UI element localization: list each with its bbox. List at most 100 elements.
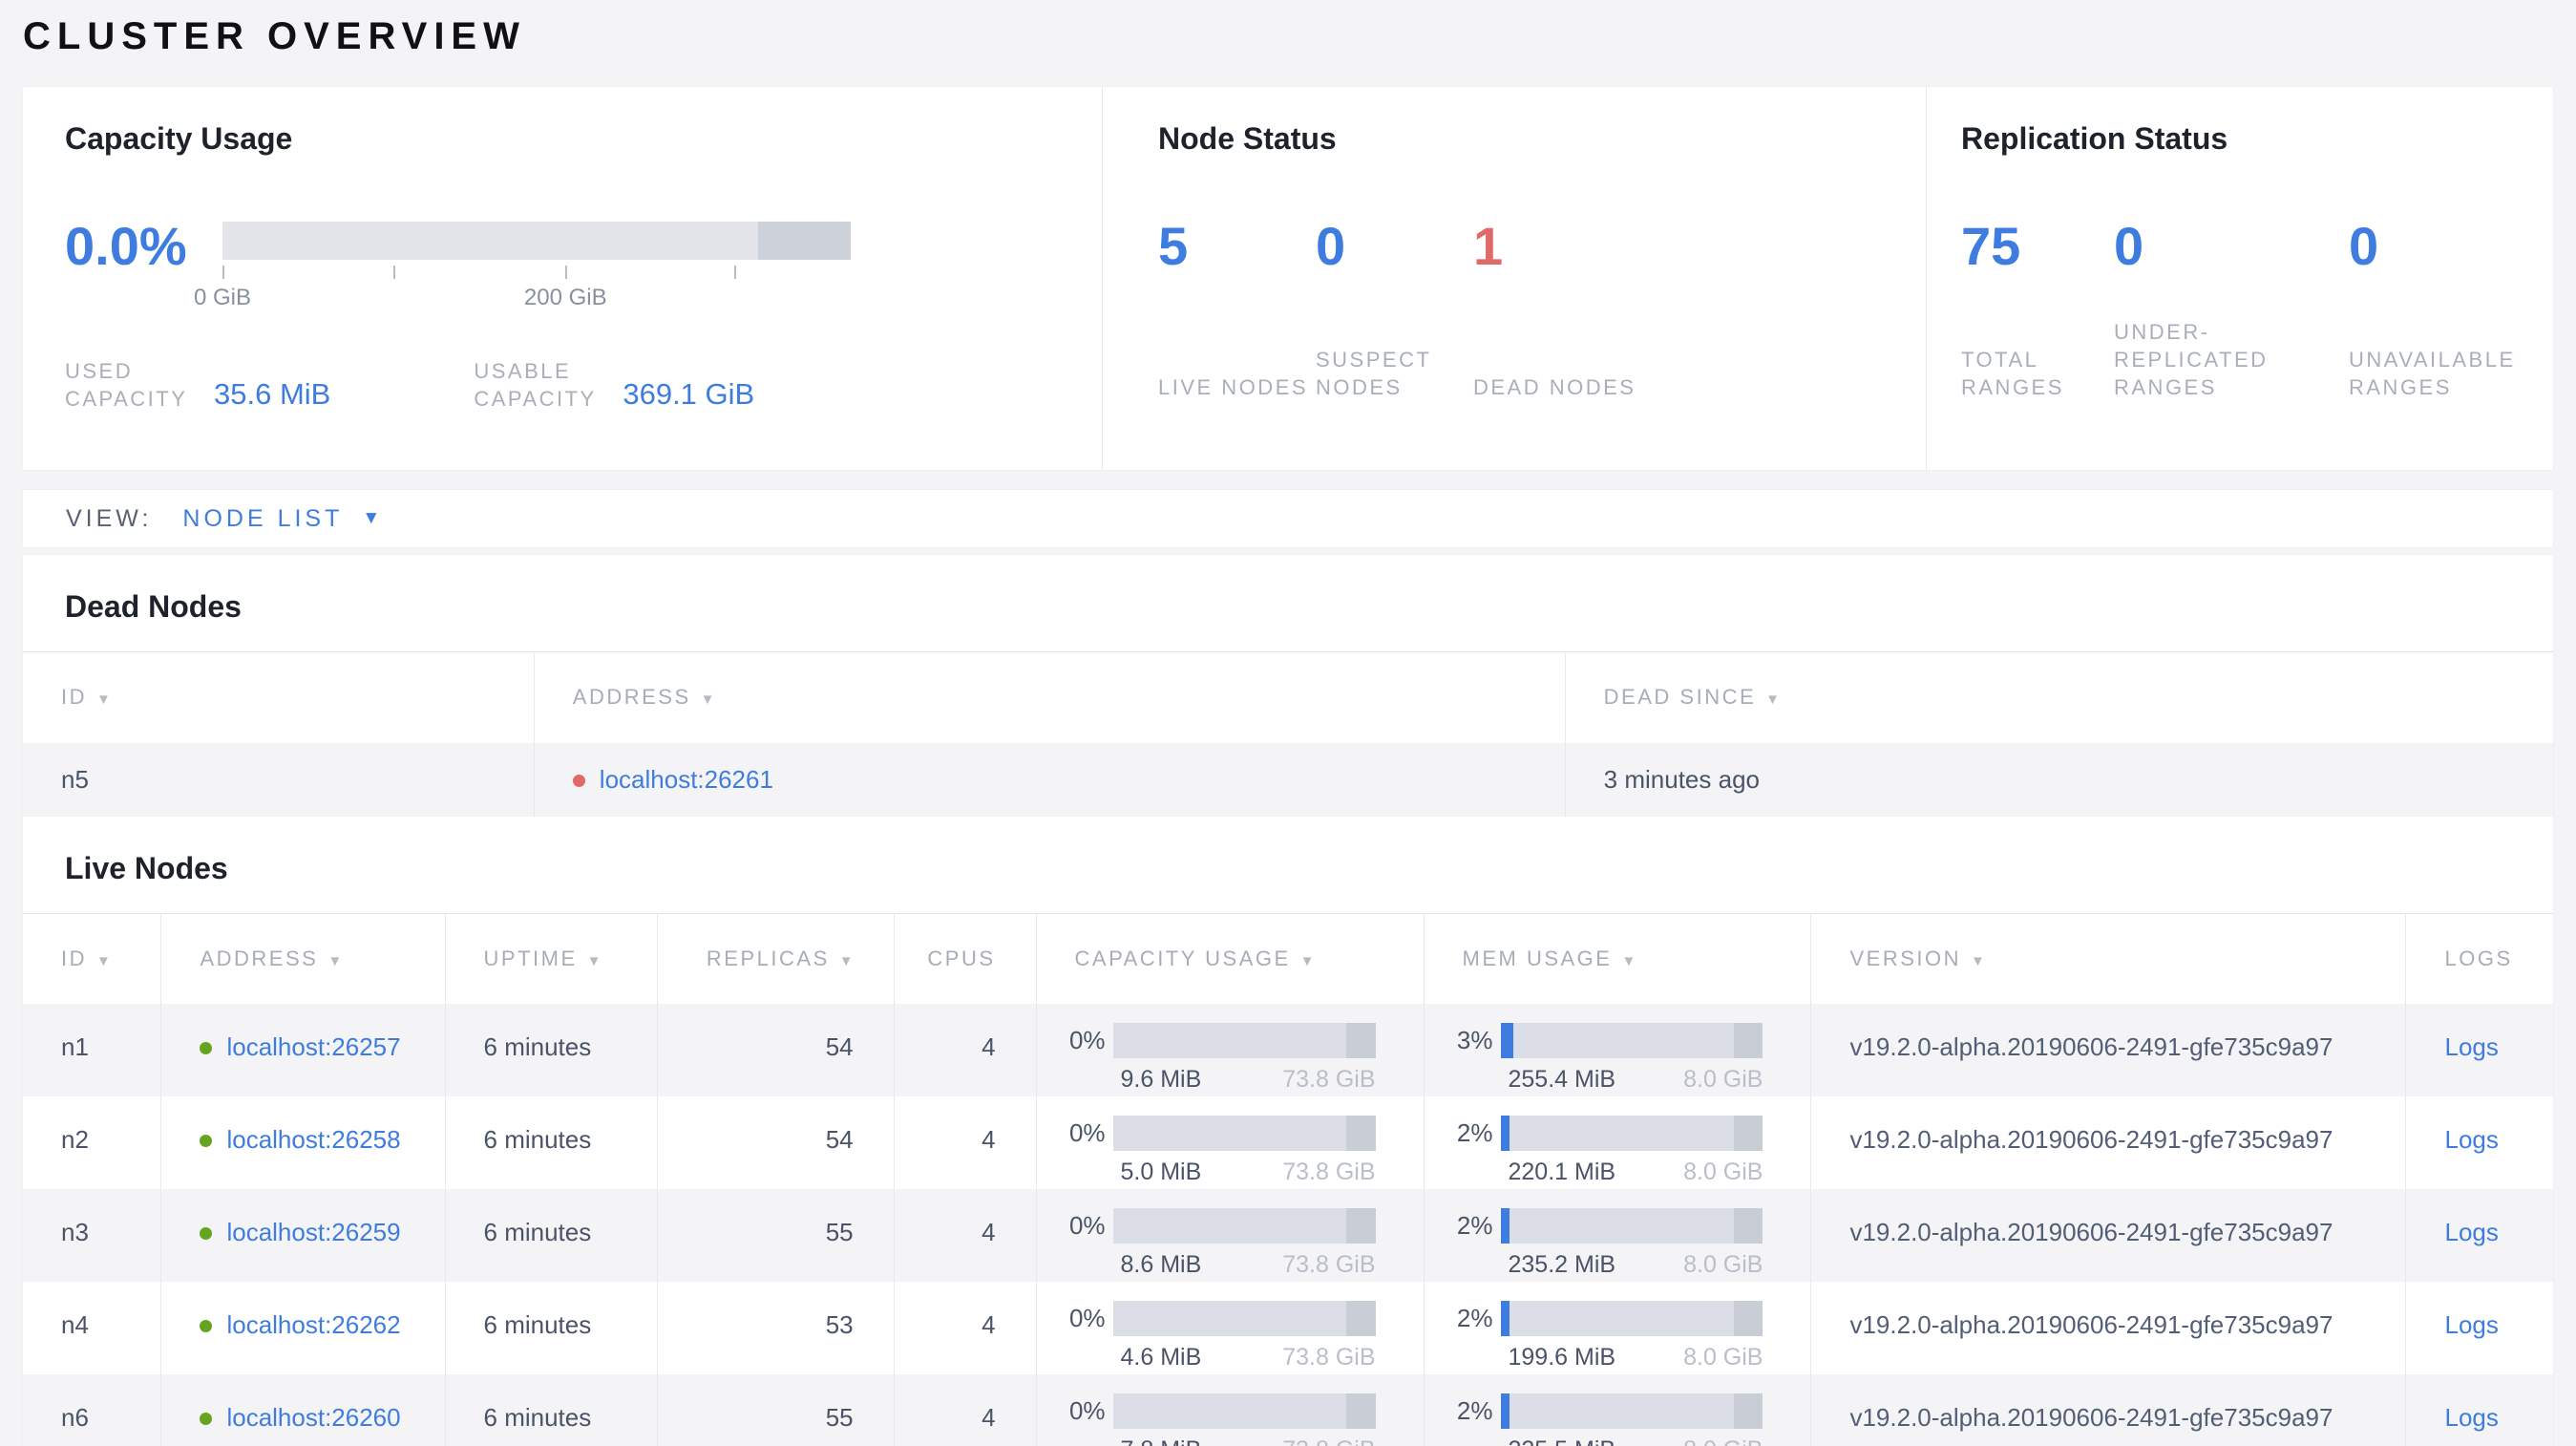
version-cell: v19.2.0-alpha.20190606-2491-gfe735c9a97 [1810,1374,2406,1446]
live-col-logs: LOGS [2405,913,2553,1004]
node-id-cell: n1 [61,1032,89,1061]
suspect-nodes-value: 0 [1316,216,1346,276]
capacity-bar-track [1112,1208,1376,1244]
live-status-dot-icon [200,1413,213,1425]
axis-tick-label: 0 GiB [193,285,252,310]
logs-link[interactable]: Logs [2444,1218,2498,1246]
node-id-cell: n2 [61,1125,89,1154]
cpus-cell: 4 [893,1096,1037,1189]
sort-desc-icon: ▼ [96,691,111,709]
dead-col-id[interactable]: ID ▼ [23,652,534,743]
capacity-bar-track [1112,1116,1376,1151]
dead-col-address[interactable]: ADDRESS ▼ [533,651,1566,743]
replicas-cell: 53 [656,1282,895,1374]
view-dropdown[interactable]: NODE LIST ▼ [182,505,384,533]
usable-capacity-value: 369.1 GiB [623,377,755,411]
uptime-cell: 6 minutes [444,1189,658,1282]
live-col-version[interactable]: VERSION ▼ [1810,913,2406,1004]
node-address-link[interactable]: localhost:26262 [226,1310,400,1339]
capacity-axis: 0 GiB 200 GiB [194,260,851,310]
capacity-bar: 0 GiB 200 GiB [194,218,851,310]
sort-desc-icon: ▼ [586,952,602,969]
logs-link[interactable]: Logs [2444,1032,2498,1061]
total-ranges-value: 75 [1961,216,2021,276]
dead-col-dead-since[interactable]: DEAD SINCE ▼ [1564,651,2553,743]
cluster-overview-page: CLUSTER OVERVIEW Capacity Usage 0.0% 0 G… [0,0,2576,1446]
uptime-cell: 6 minutes [444,1282,658,1374]
node-address-link[interactable]: localhost:26261 [600,765,773,794]
replication-status-section: Replication Status 75 TOTAL RANGES 0 UND… [1926,87,2552,470]
under-replicated-ranges-label: UNDER-REPLICATED RANGES [2114,320,2269,399]
mem-bar-track [1500,1208,1763,1244]
live-col-address[interactable]: ADDRESS ▼ [160,913,446,1004]
under-replicated-ranges-stat: 0 UNDER-REPLICATED RANGES [2114,218,2349,401]
axis-tick [565,266,568,279]
node-id-cell: n3 [61,1218,89,1246]
used-capacity-stat: USED CAPACITY 35.6 MiB [65,357,330,413]
uptime-cell: 6 minutes [444,1374,658,1446]
table-row: n6 localhost:26260 6 minutes5540%7.8 MiB73… [23,1374,2553,1446]
nodes-table-card: Dead Nodes ID ▼ ADDRESS ▼ DEAD SINCE ▼ n5 l… [23,555,2553,1446]
logs-cell: Logs [2405,1374,2553,1446]
used-capacity-label: USED CAPACITY [65,359,188,411]
page-title: CLUSTER OVERVIEW [23,15,526,57]
node-status-heading: Node Status [1158,121,1337,156]
logs-link[interactable]: Logs [2444,1125,2498,1154]
sort-desc-icon: ▼ [1299,952,1315,969]
sort-desc-icon: ▼ [1971,952,1985,969]
node-address-cell: localhost:26257 [160,1004,446,1096]
live-status-dot-icon [200,1227,213,1240]
total-ranges-label: TOTAL RANGES [1961,348,2064,399]
under-replicated-ranges-value: 0 [2114,216,2144,276]
logs-cell: Logs [2405,1096,2553,1189]
view-bar: VIEW: NODE LIST ▼ [23,490,2553,547]
capacity-bar-track [1112,1393,1376,1429]
cpus-cell: 4 [893,1189,1037,1282]
cpus-cell: 4 [893,1004,1037,1096]
cpus-cell: 4 [893,1374,1037,1446]
logs-cell: Logs [2405,1282,2553,1374]
replicas-cell: 54 [656,1096,895,1189]
live-nodes-label: LIVE NODES [1158,375,1309,399]
live-nodes-value: 5 [1158,216,1189,276]
node-address-cell: localhost:26260 [160,1374,446,1446]
live-col-id[interactable]: ID ▼ [23,913,161,1004]
live-col-replicas[interactable]: REPLICAS ▼ [656,913,895,1004]
capacity-usage-cell: 0% 5.0 MiB 73.8 GiB [1035,1096,1424,1189]
live-col-mem[interactable]: MEM USAGE ▼ [1423,913,1811,1004]
live-nodes-stat: 5 LIVE NODES [1158,218,1316,401]
mem-usage-cell: 2%225.5 MiB8.0 GiB [1423,1374,1811,1446]
replicas-cell: 55 [656,1189,895,1282]
live-status-dot-icon [200,1042,213,1054]
mem-usage-cell: 2% 235.2 MiB 8.0 GiB [1423,1189,1811,1282]
node-address-link[interactable]: localhost:26258 [226,1125,400,1154]
table-row: n3 localhost:26259 6 minutes 55 4 0% 8.6 MiB 73… [23,1189,2553,1282]
unavailable-ranges-label: UNAVAILABLE RANGES [2349,348,2516,399]
uptime-cell: 6 minutes [444,1004,658,1096]
dead-status-dot-icon [572,774,585,787]
view-label: VIEW: [66,504,153,532]
capacity-bar-track [1112,1301,1376,1336]
live-col-capacity[interactable]: CAPACITY USAGE ▼ [1035,913,1424,1004]
logs-link[interactable]: Logs [2444,1403,2498,1432]
dead-nodes-table: ID ▼ ADDRESS ▼ DEAD SINCE ▼ n5 localhost:26… [23,651,2553,817]
axis-tick-label: 200 GiB [523,285,607,310]
dead-nodes-stat: 1 DEAD NODES [1473,218,1636,401]
dead-since-cell: 3 minutes ago [1564,742,2553,817]
capacity-bar-track [222,222,851,260]
live-nodes-table: ID ▼ ADDRESS ▼ UPTIME ▼ REPLICAS ▼ CPUS CAPA… [23,912,2553,1446]
node-address-link[interactable]: localhost:26259 [226,1218,400,1246]
node-address-cell: localhost:26262 [160,1282,446,1374]
dead-nodes-heading: Dead Nodes [65,589,242,624]
live-col-uptime[interactable]: UPTIME ▼ [444,913,658,1004]
table-row: n5 localhost:26261 3 minutes ago [23,742,2553,817]
capacity-usage-section: Capacity Usage 0.0% 0 GiB 200 GiB USED C… [23,87,1102,470]
live-status-dot-icon [200,1320,213,1332]
used-capacity-value: 35.6 MiB [214,377,331,411]
logs-link[interactable]: Logs [2444,1310,2498,1339]
node-address-link[interactable]: localhost:26260 [226,1403,400,1432]
node-address-link[interactable]: localhost:26257 [226,1032,400,1061]
capacity-usage-cell: 0% 4.6 MiB 73.8 GiB [1035,1282,1424,1374]
replicas-cell: 54 [656,1004,895,1096]
cpus-cell: 4 [893,1282,1037,1374]
